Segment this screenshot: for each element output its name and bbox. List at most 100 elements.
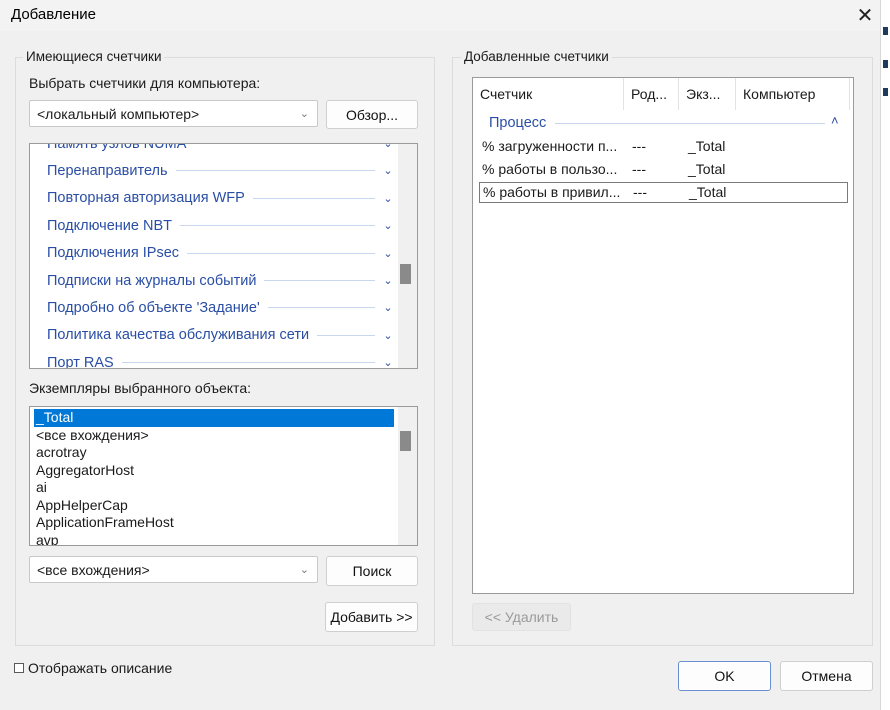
counter-object-divider (194, 143, 375, 144)
instances-scrollbar-thumb[interactable] (400, 431, 411, 451)
added-counter-row[interactable]: % работы в пользо... --- _Total (479, 160, 848, 181)
counter-object-label: Повторная авторизация WFP (47, 190, 245, 207)
added-counter-instance: _Total (688, 160, 726, 177)
remove-button[interactable]: << Удалить (472, 603, 571, 631)
column-header-parent[interactable]: Род... (624, 78, 679, 110)
instance-item[interactable]: AggregatorHost (34, 462, 394, 480)
background-window-mark (883, 88, 888, 96)
chevron-down-icon[interactable]: ⌄ (381, 329, 395, 342)
counter-objects-items: Память узлов NUMA ⌄ Перенаправитель ⌄ Повтор… (30, 143, 400, 369)
group-header-label: Процесс (489, 115, 547, 131)
added-counter-row[interactable]: % работы в привил... --- _Total (479, 182, 848, 203)
counter-objects-list[interactable]: Память узлов NUMA ⌄ Перенаправитель ⌄ Повтор… (29, 143, 418, 369)
added-counter-instance: _Total (688, 138, 726, 154)
background-window-mark (883, 27, 888, 35)
close-icon[interactable]: ✕ (850, 0, 880, 30)
column-header-counter-label: Счетчик (480, 86, 533, 102)
instances-list[interactable]: _Total <все вхождения> acrotray AggregatorH… (29, 406, 418, 546)
column-header-computer-label: Компьютер (743, 86, 816, 102)
added-counter-counter: % работы в пользо... (482, 160, 618, 177)
instance-item[interactable]: ApplicationFrameHost (34, 514, 394, 532)
counter-object-label: Подключения IPsec (47, 245, 180, 262)
add-button[interactable]: Добавить >> (325, 602, 418, 632)
added-counter-instance: _Total (689, 184, 727, 200)
instances-scrollbar[interactable] (398, 407, 417, 545)
column-header-instance-label: Экз... (686, 86, 721, 102)
background-window-edge (880, 0, 890, 710)
title-bar (0, 0, 890, 31)
counter-object-label: Подключение NBT (47, 217, 172, 234)
counter-object-label: Перенаправитель (47, 162, 168, 179)
browse-button[interactable]: Обзор... (326, 100, 418, 129)
cancel-button[interactable]: Отмена (780, 661, 873, 691)
counter-object-item[interactable]: Порт RAS ⌄ (30, 349, 395, 369)
chevron-down-icon: ⌄ (299, 564, 309, 576)
counter-object-item[interactable]: Перенаправитель ⌄ (30, 157, 395, 184)
counter-object-item[interactable]: Подключения IPsec ⌄ (30, 240, 395, 267)
counter-object-divider (317, 334, 375, 336)
chevron-down-icon[interactable]: ⌄ (381, 247, 395, 260)
group-header-process[interactable]: Процесс ˄ (473, 113, 853, 135)
column-header-counter[interactable]: Счетчик (473, 78, 624, 110)
instances-items: _Total <все вхождения> acrotray AggregatorH… (30, 407, 400, 546)
counter-object-divider (267, 307, 375, 309)
counter-object-item[interactable]: Подписки на журналы событий ⌄ (30, 267, 395, 294)
counter-object-item[interactable]: Политика качества обслуживания сети ⌄ (30, 322, 395, 349)
counter-object-label: Политика качества обслуживания сети (47, 327, 310, 344)
objects-scrollbar[interactable] (398, 144, 417, 368)
select-computer-label: Выбрать счетчики для компьютера: (29, 75, 261, 91)
show-description-checkbox[interactable] (14, 663, 24, 673)
computer-combobox[interactable]: <локальный компьютер> ⌄ (29, 100, 318, 127)
background-window-mark (883, 60, 888, 68)
group-header-line (555, 123, 825, 124)
chevron-down-icon: ⌄ (299, 108, 309, 120)
counter-object-label: Подробно об объекте 'Задание' (47, 299, 260, 316)
instance-item[interactable]: AppHelperCap (34, 497, 394, 515)
counter-object-label: Память узлов NUMA (47, 143, 187, 152)
chevron-down-icon[interactable]: ⌄ (381, 144, 395, 150)
ok-button[interactable]: OK (678, 661, 771, 691)
counter-object-divider (252, 197, 375, 199)
counter-object-divider (121, 362, 375, 364)
instance-item[interactable]: avp (34, 532, 394, 546)
chevron-down-icon[interactable]: ⌄ (381, 274, 395, 287)
counter-object-item[interactable]: Подключение NBT ⌄ (30, 212, 395, 239)
added-counters-list[interactable]: Счетчик Род... Экз... Компьютер Процесс … (472, 77, 854, 594)
chevron-down-icon[interactable]: ⌄ (381, 164, 395, 177)
counter-object-label: Подписки на журналы событий (47, 272, 257, 289)
column-header-parent-label: Род... (631, 86, 668, 102)
added-counter-parent: --- (632, 160, 646, 177)
counter-object-divider (175, 170, 375, 172)
show-description-label: Отображать описание (28, 660, 173, 676)
counter-object-divider (264, 280, 375, 281)
column-header-instance[interactable]: Экз... (679, 78, 736, 110)
counter-object-divider (179, 225, 375, 227)
computer-combobox-value: <локальный компьютер> (37, 105, 200, 122)
chevron-down-icon[interactable]: ⌄ (381, 219, 395, 232)
instance-item[interactable]: <все вхождения> (34, 427, 394, 445)
chevron-down-icon[interactable]: ⌄ (381, 301, 395, 314)
added-counter-row[interactable]: % загруженности п... --- _Total (479, 137, 848, 158)
chevron-down-icon[interactable]: ⌄ (381, 356, 395, 368)
chevron-down-icon[interactable]: ⌄ (381, 192, 395, 205)
window-title: Добавление (11, 6, 96, 23)
search-button[interactable]: Поиск (326, 556, 418, 586)
counter-object-item[interactable]: Память узлов NUMA ⌄ (30, 143, 395, 157)
instance-item[interactable]: _Total (34, 409, 394, 427)
instance-item[interactable]: ai (34, 479, 394, 497)
added-counter-parent: --- (633, 184, 647, 200)
added-counter-parent: --- (632, 138, 646, 154)
search-combobox-value: <все вхождения> (37, 561, 150, 578)
instance-item[interactable]: acrotray (34, 444, 394, 462)
added-counter-counter: % работы в привил... (483, 184, 621, 200)
counter-object-item[interactable]: Подробно об объекте 'Задание' ⌄ (30, 294, 395, 321)
chevron-up-icon[interactable]: ˄ (831, 113, 839, 128)
objects-scrollbar-thumb[interactable] (400, 264, 411, 284)
search-combobox[interactable]: <все вхождения> ⌄ (29, 556, 318, 583)
available-counters-title: Имеющиеся счетчики (23, 49, 165, 64)
column-header-computer[interactable]: Компьютер (736, 78, 850, 110)
counter-object-label: Порт RAS (47, 354, 114, 369)
counter-object-item[interactable]: Повторная авторизация WFP ⌄ (30, 185, 395, 212)
instances-label: Экземпляры выбранного объекта: (29, 380, 251, 396)
added-counters-title: Добавленные счетчики (461, 49, 612, 64)
